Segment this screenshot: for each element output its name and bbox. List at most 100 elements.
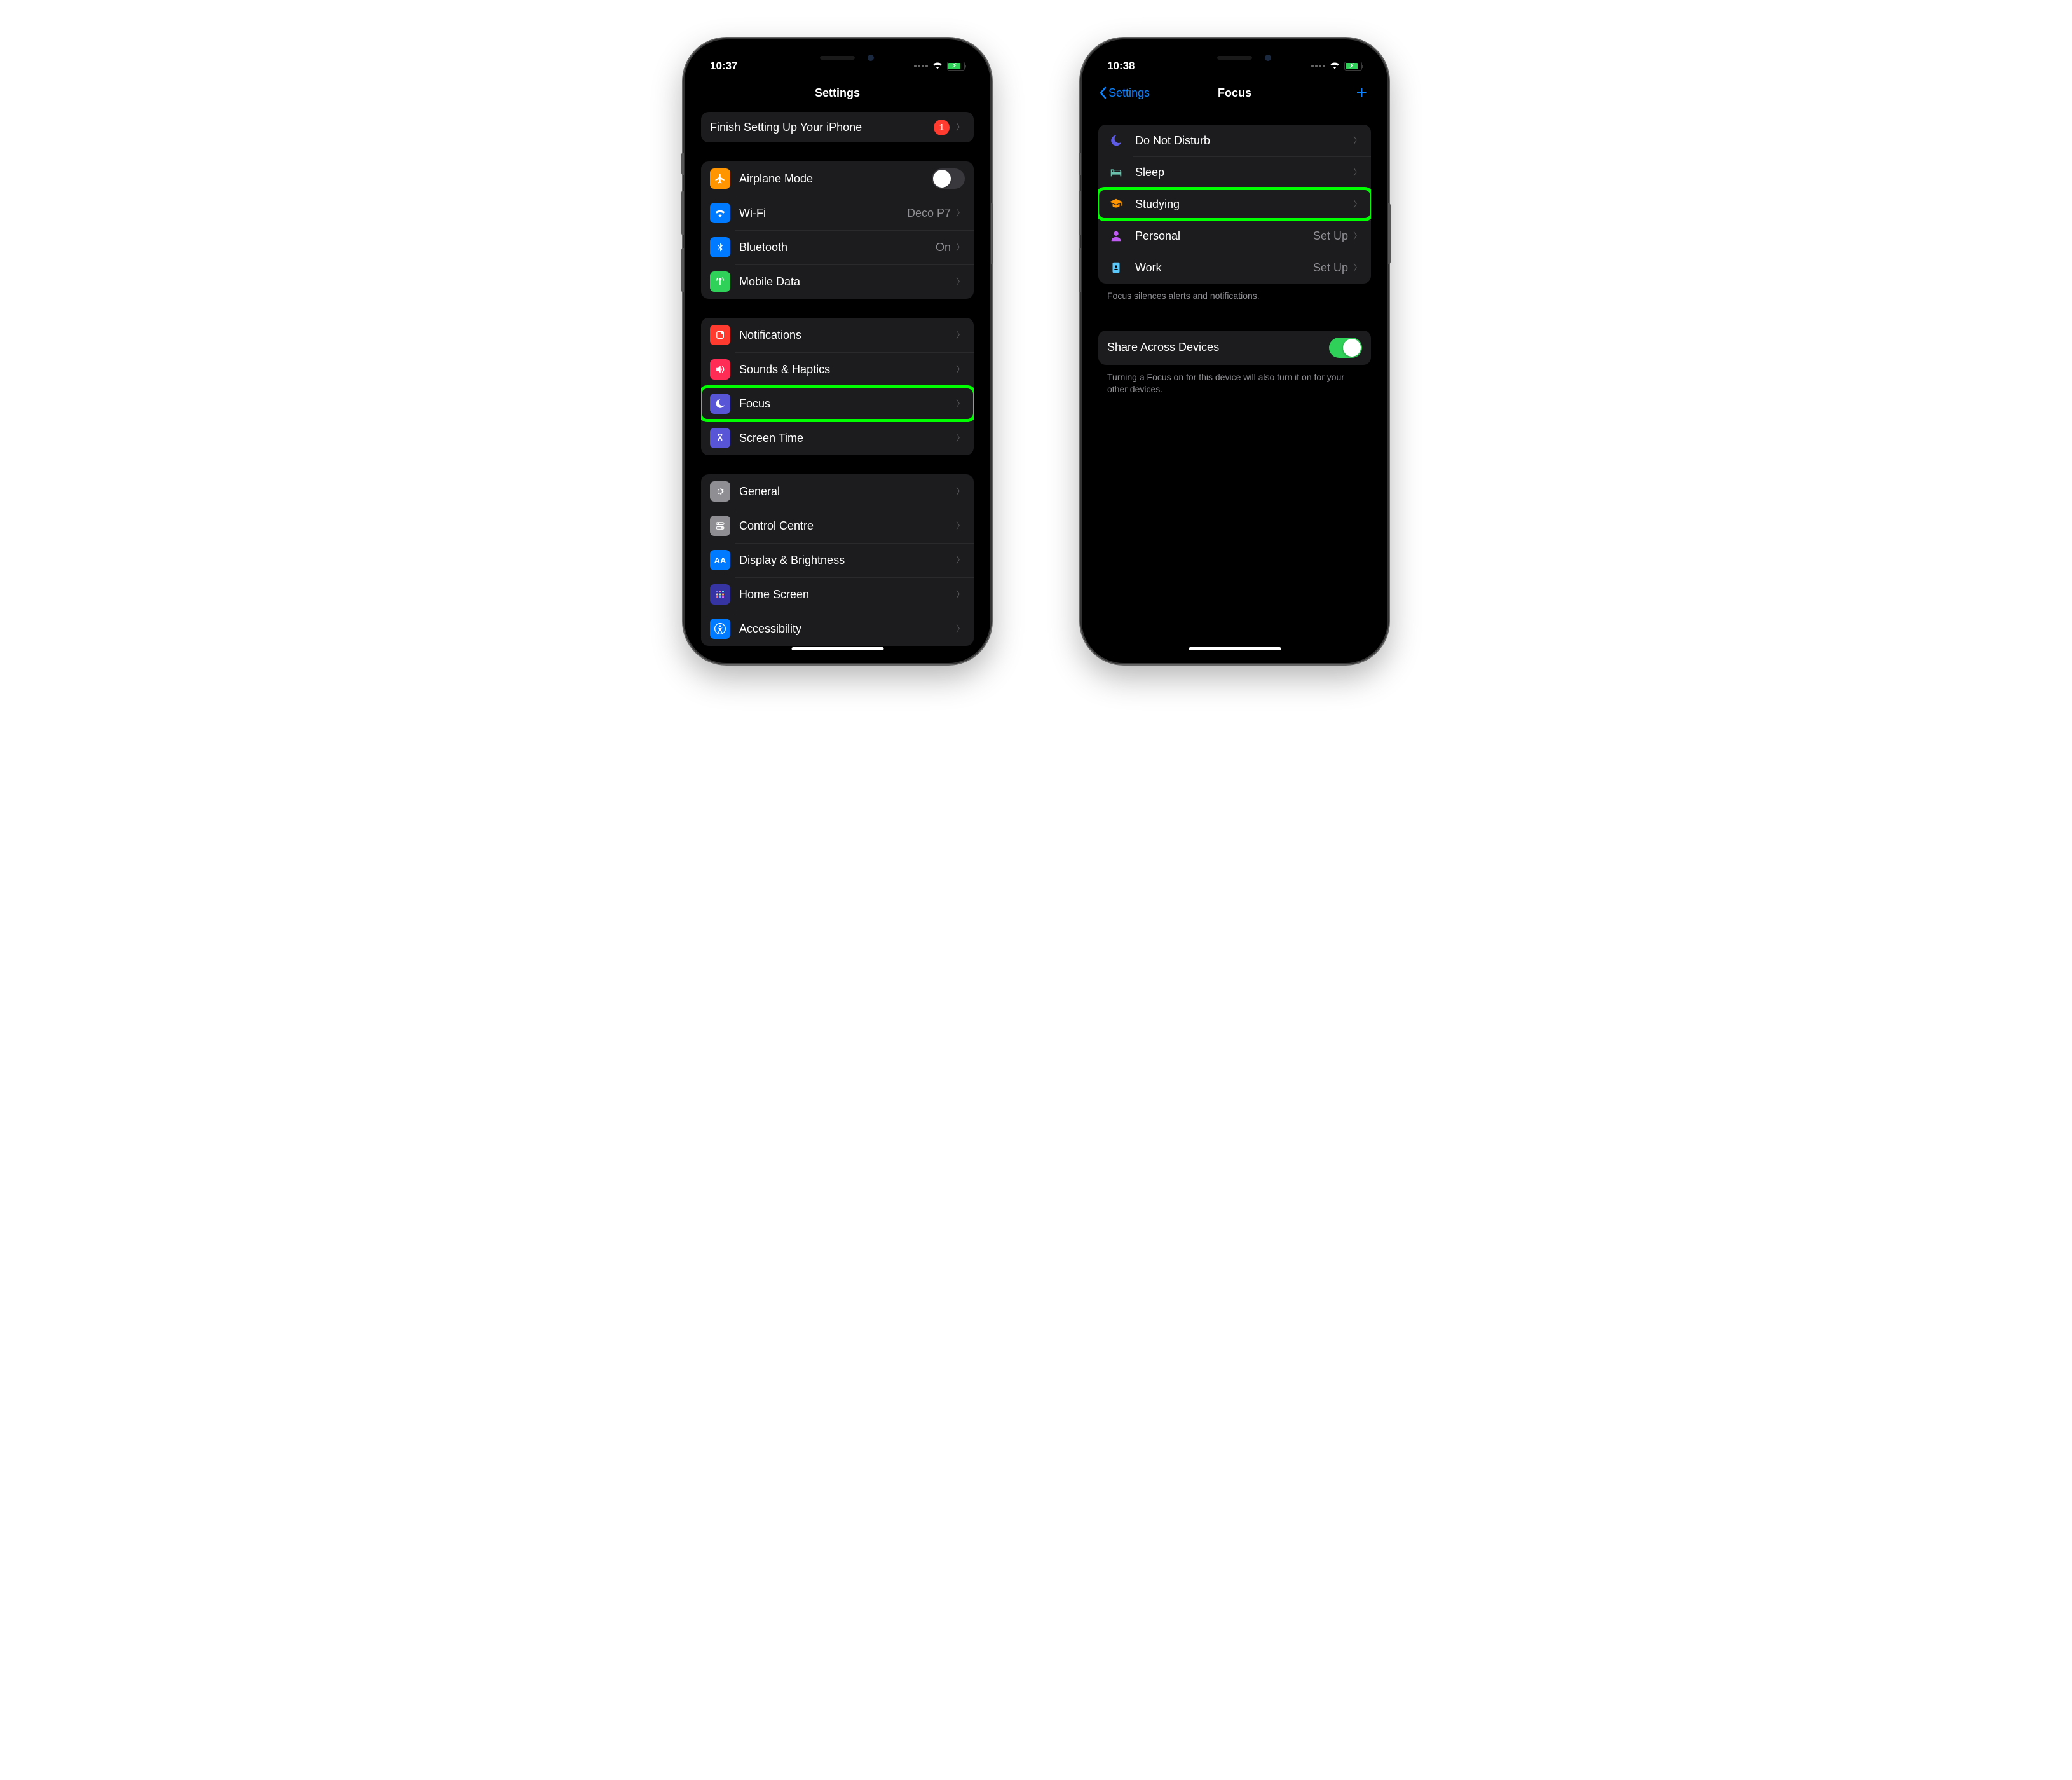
moon-icon (1107, 132, 1125, 149)
graduation-cap-icon (1107, 195, 1125, 213)
row-home-screen[interactable]: Home Screen 〉 (701, 577, 974, 612)
airplane-toggle[interactable] (932, 168, 965, 189)
row-label: Bluetooth (739, 241, 936, 254)
accessibility-icon (710, 619, 730, 639)
notch (771, 47, 904, 68)
chevron-right-icon: 〉 (956, 121, 965, 134)
group-setup: Finish Setting Up Your iPhone 1 〉 (701, 112, 974, 142)
share-toggle[interactable] (1329, 338, 1362, 358)
chevron-right-icon: 〉 (956, 519, 965, 532)
focus-content[interactable]: Do Not Disturb 〉 Sleep 〉 Studying 〉 (1089, 108, 1380, 655)
row-label: Accessibility (739, 622, 956, 636)
row-screen-time[interactable]: Screen Time 〉 (701, 421, 974, 455)
chevron-right-icon: 〉 (1353, 261, 1362, 274)
wifi-status-icon (932, 60, 943, 72)
row-label: Wi-Fi (739, 207, 907, 220)
chevron-right-icon: 〉 (956, 432, 965, 444)
row-label: Finish Setting Up Your iPhone (710, 121, 934, 134)
row-share-across-devices[interactable]: Share Across Devices (1098, 331, 1371, 365)
back-button[interactable]: Settings (1098, 86, 1150, 100)
chevron-right-icon: 〉 (1353, 229, 1362, 242)
row-notifications[interactable]: Notifications 〉 (701, 318, 974, 352)
text-size-icon: AA (710, 550, 730, 570)
page-title: Settings (815, 86, 860, 100)
chevron-right-icon: 〉 (956, 588, 965, 601)
chevron-right-icon: 〉 (956, 363, 965, 376)
chevron-right-icon: 〉 (956, 485, 965, 498)
settings-content[interactable]: Finish Setting Up Your iPhone 1 〉 Airpla… (692, 108, 983, 655)
group-general: General 〉 Control Centre 〉 AA Display & … (701, 474, 974, 646)
group-share: Share Across Devices (1098, 331, 1371, 365)
row-sleep[interactable]: Sleep 〉 (1098, 156, 1371, 188)
cellular-dots-icon (914, 65, 928, 67)
row-mobile-data[interactable]: Mobile Data 〉 (701, 264, 974, 299)
app-grid-icon (710, 584, 730, 605)
row-studying[interactable]: Studying 〉 (1098, 188, 1371, 220)
row-do-not-disturb[interactable]: Do Not Disturb 〉 (1098, 125, 1371, 156)
row-personal[interactable]: Personal Set Up 〉 (1098, 220, 1371, 252)
row-detail: On (936, 241, 951, 254)
status-time: 10:37 (710, 60, 737, 72)
row-sounds-haptics[interactable]: Sounds & Haptics 〉 (701, 352, 974, 387)
add-button[interactable]: + (1356, 83, 1367, 102)
group-connectivity: Airplane Mode Wi-Fi Deco P7 〉 Bluetooth (701, 161, 974, 299)
badge-icon (1107, 259, 1125, 277)
airplane-icon (710, 168, 730, 189)
row-wifi[interactable]: Wi-Fi Deco P7 〉 (701, 196, 974, 230)
phone-settings: 10:37 ⚡︎ Settings Finish Setting Up Your… (683, 38, 992, 664)
cellular-dots-icon (1311, 65, 1325, 67)
chevron-right-icon: 〉 (956, 554, 965, 566)
page-title: Focus (1218, 86, 1251, 100)
chevron-right-icon: 〉 (1353, 166, 1362, 179)
group-focus-modes: Do Not Disturb 〉 Sleep 〉 Studying 〉 (1098, 125, 1371, 284)
back-label: Settings (1108, 86, 1150, 100)
chevron-right-icon: 〉 (956, 622, 965, 635)
row-control-centre[interactable]: Control Centre 〉 (701, 509, 974, 543)
chevron-right-icon: 〉 (956, 241, 965, 254)
row-label: Airplane Mode (739, 172, 932, 186)
row-detail: Set Up (1313, 261, 1348, 275)
row-detail: Deco P7 (907, 207, 951, 220)
row-label: Screen Time (739, 432, 956, 445)
row-detail: Set Up (1313, 229, 1348, 243)
row-display-brightness[interactable]: AA Display & Brightness 〉 (701, 543, 974, 577)
row-label: Share Across Devices (1107, 341, 1329, 354)
row-general[interactable]: General 〉 (701, 474, 974, 509)
row-label: Studying (1135, 198, 1353, 211)
chevron-right-icon: 〉 (956, 329, 965, 341)
chevron-right-icon: 〉 (956, 275, 965, 288)
row-label: Work (1135, 261, 1313, 275)
row-finish-setup[interactable]: Finish Setting Up Your iPhone 1 〉 (701, 112, 974, 142)
row-label: Personal (1135, 229, 1313, 243)
modes-footer-text: Focus silences alerts and notifications. (1098, 290, 1371, 314)
row-label: Do Not Disturb (1135, 134, 1353, 147)
row-work[interactable]: Work Set Up 〉 (1098, 252, 1371, 284)
home-indicator[interactable] (791, 647, 883, 650)
chevron-right-icon: 〉 (956, 397, 965, 410)
row-label: Sleep (1135, 166, 1353, 179)
phone-focus: 10:38 ⚡︎ Settings Focus + (1080, 38, 1389, 664)
row-airplane-mode[interactable]: Airplane Mode (701, 161, 974, 196)
row-label: Home Screen (739, 588, 956, 601)
row-label: Focus (739, 397, 956, 411)
battery-charging-icon: ⚡︎ (1344, 62, 1362, 71)
row-label: Mobile Data (739, 275, 956, 289)
bell-icon (710, 325, 730, 345)
row-label: Display & Brightness (739, 554, 956, 567)
row-accessibility[interactable]: Accessibility 〉 (701, 612, 974, 646)
chevron-right-icon: 〉 (1353, 198, 1362, 210)
chevron-right-icon: 〉 (1353, 134, 1362, 147)
switches-icon (710, 516, 730, 536)
row-label: General (739, 485, 956, 498)
group-notifications: Notifications 〉 Sounds & Haptics 〉 Focus… (701, 318, 974, 455)
screen-settings: 10:37 ⚡︎ Settings Finish Setting Up Your… (692, 47, 983, 655)
screen-focus: 10:38 ⚡︎ Settings Focus + (1089, 47, 1380, 655)
row-bluetooth[interactable]: Bluetooth On 〉 (701, 230, 974, 264)
bluetooth-icon (710, 237, 730, 257)
row-label: Sounds & Haptics (739, 363, 956, 376)
battery-charging-icon: ⚡︎ (947, 62, 965, 71)
wifi-icon (710, 203, 730, 223)
home-indicator[interactable] (1189, 647, 1281, 650)
row-focus[interactable]: Focus 〉 (701, 387, 974, 421)
gear-icon (710, 481, 730, 502)
